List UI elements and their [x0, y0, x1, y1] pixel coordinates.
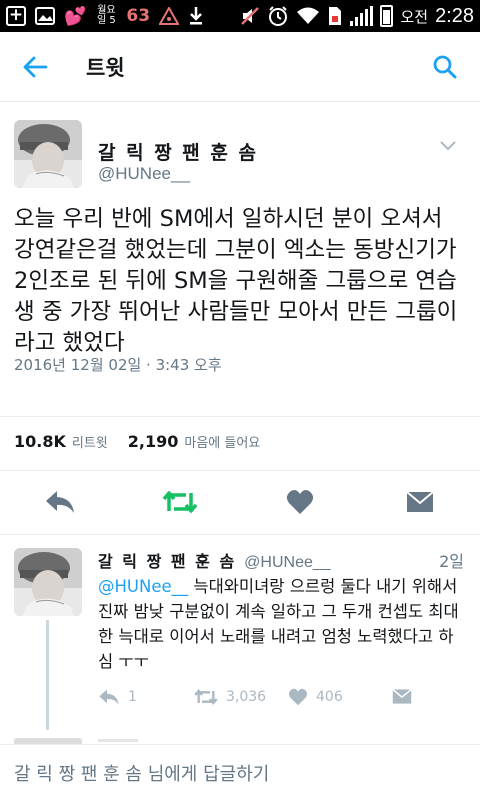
reply-dm-button[interactable]: [392, 688, 412, 705]
reply-retweet-button[interactable]: 3,036: [194, 688, 266, 706]
reply-button[interactable]: [40, 482, 80, 522]
battery-icon: [380, 5, 394, 27]
tweet-author-handle[interactable]: @HUNee__: [98, 164, 190, 184]
heart-icon: [286, 490, 314, 514]
avatar[interactable]: [14, 120, 82, 188]
direct-message-button[interactable]: [400, 482, 440, 522]
arrow-left-icon: [23, 56, 48, 77]
status-bar: + 💕 월요일 5 63 ↓↑ 오전 2:28: [0, 0, 480, 32]
reply-composer[interactable]: 갈 릭 짱 팬 훈 솜 님에게 답글하기: [0, 744, 480, 800]
heart-icon: [288, 688, 308, 706]
download-icon: [188, 6, 204, 26]
search-button[interactable]: [410, 32, 480, 102]
heart-sticker-icon: 💕: [64, 5, 87, 27]
reply-icon: [46, 491, 74, 513]
reply-actions: 1 3,036 406: [98, 688, 468, 714]
reply-meta: 갈 릭 짱 팬 훈 솜 @HUNee__ 2일: [98, 548, 468, 572]
reply-tweet[interactable]: 갈 릭 짱 팬 훈 솜 @HUNee__ 2일 @HUNee__ 늑대와미녀랑 …: [0, 540, 480, 730]
chevron-down-icon: [440, 141, 456, 151]
divider: [0, 534, 480, 535]
status-time: 2:28: [435, 4, 474, 27]
mute-icon: [240, 6, 260, 26]
thread-line: [46, 620, 49, 730]
reply-timestamp: 2일: [439, 552, 464, 571]
reply-icon: [99, 689, 119, 705]
divider: [0, 470, 480, 471]
reply-reply-button[interactable]: 1: [98, 688, 137, 706]
envelope-icon: [406, 491, 434, 512]
retweet-label[interactable]: 리트윗: [72, 432, 108, 451]
like-button[interactable]: [280, 482, 320, 522]
reply-count: 1: [128, 689, 137, 705]
avatar[interactable]: [14, 548, 82, 616]
warning-icon: [159, 6, 180, 26]
svg-text:↓↑: ↓↑: [310, 19, 320, 26]
reply-body: @HUNee__ 늑대와미녀랑 으르렁 둘다 내기 위해서 진짜 밤낮 구분없이…: [98, 574, 468, 674]
next-tweet-fragment: [98, 739, 138, 742]
reply-like-count: 406: [316, 689, 343, 705]
tweet-menu-button[interactable]: [440, 136, 456, 155]
calendar-icon: 월요일 5: [97, 5, 116, 26]
reply-like-button[interactable]: 406: [288, 688, 343, 706]
tweet-stats: 10.8K 리트윗 2,190 마음에 들어요: [14, 432, 274, 451]
tweet-author-name[interactable]: 갈 릭 짱 팬 훈 솜: [98, 138, 258, 165]
search-icon: [433, 55, 457, 78]
reply-author-handle[interactable]: @HUNee__: [244, 554, 331, 572]
app-bar: 트윗: [0, 32, 480, 102]
divider: [0, 416, 480, 417]
tweet-timestamp: 2016년 12월 02일 · 3:43 오후: [14, 356, 222, 374]
reply-retweet-count: 3,036: [226, 689, 267, 705]
gallery-icon: [35, 6, 55, 26]
status-ampm: 오전: [400, 7, 429, 26]
like-label[interactable]: 마음에 들어요: [184, 432, 260, 451]
reply-author-name[interactable]: 갈 릭 짱 팬 훈 솜: [98, 548, 236, 572]
retweet-icon: [194, 689, 218, 705]
back-button[interactable]: [0, 32, 70, 102]
mention-link[interactable]: @HUNee__: [98, 577, 188, 596]
wifi-icon: ↓↑: [296, 6, 320, 26]
envelope-icon: [392, 688, 412, 704]
retweet-icon: [162, 491, 198, 513]
notification-63-icon: 63: [126, 6, 151, 26]
alarm-icon: [267, 6, 289, 26]
retweet-button[interactable]: [160, 482, 200, 522]
page-title: 트윗: [86, 56, 125, 80]
signal-icon: [350, 6, 374, 26]
like-count[interactable]: 2,190: [128, 432, 179, 451]
reply-input-placeholder[interactable]: 갈 릭 짱 팬 훈 솜 님에게 답글하기: [14, 760, 269, 786]
tweet-body: 오늘 우리 반에 SM에서 일하시던 분이 오셔서 강연같은걸 했었는데 그분이…: [14, 206, 458, 356]
retweet-count[interactable]: 10.8K: [14, 432, 66, 451]
sim-icon: [327, 6, 343, 26]
plus-box-icon: +: [6, 6, 26, 26]
tweet-actions: [0, 472, 480, 532]
